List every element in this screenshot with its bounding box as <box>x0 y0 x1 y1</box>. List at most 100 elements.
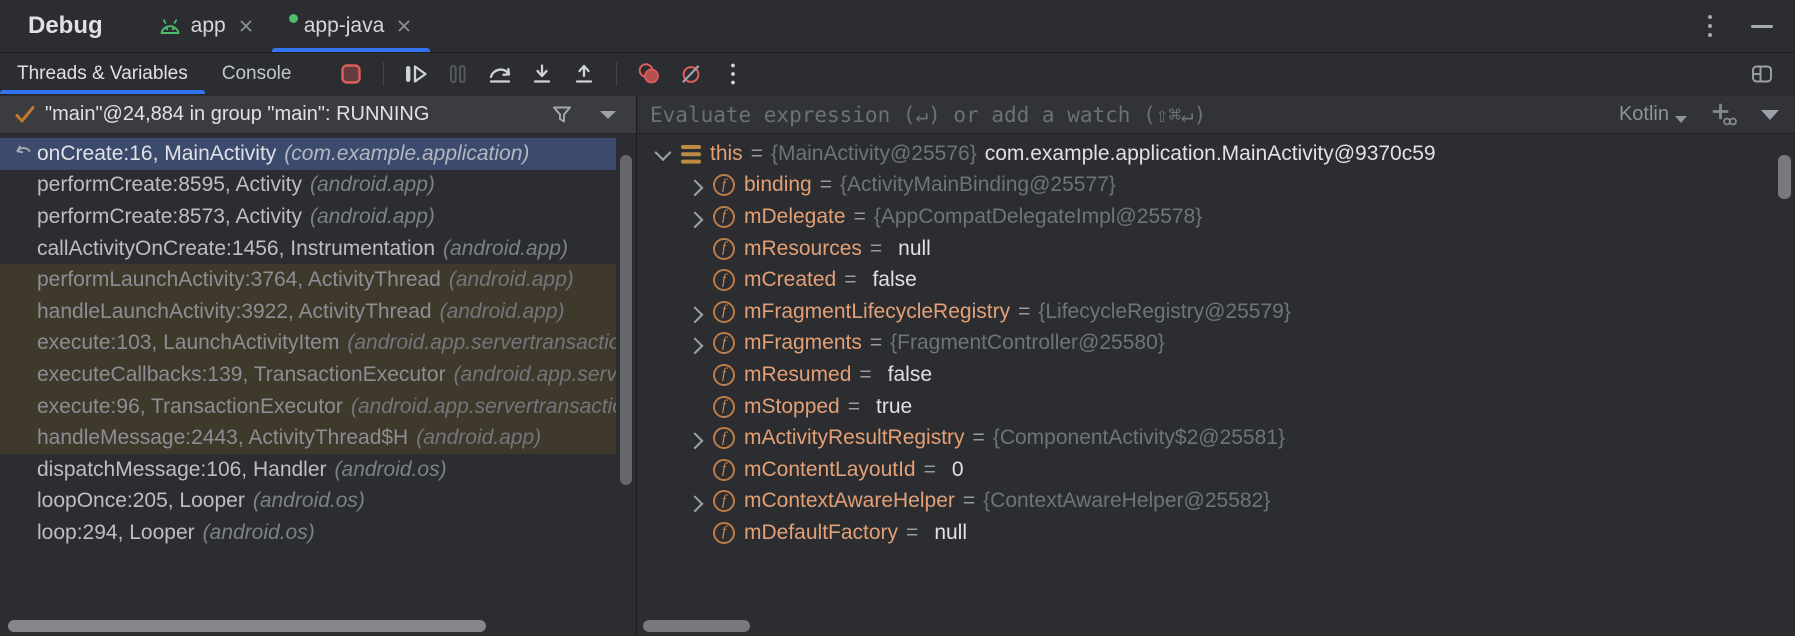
stack-frame-row[interactable]: handleLaunchActivity:3922, ActivityThrea… <box>0 296 616 328</box>
step-out-button[interactable] <box>567 57 601 91</box>
variable-row[interactable]: f mContextAwareHelper = {ContextAwareHel… <box>638 486 1795 518</box>
vertical-scrollbar[interactable] <box>620 155 632 485</box>
more-debug-actions-icon[interactable] <box>716 57 750 91</box>
more-options-icon[interactable] <box>1693 9 1727 43</box>
frame-package: (android.app) <box>443 237 568 261</box>
chevron-icon[interactable] <box>682 488 708 514</box>
collapse-watches-icon[interactable] <box>1761 110 1779 120</box>
variable-row[interactable]: f mContentLayoutId = 0 <box>638 454 1795 486</box>
field-icon: f <box>713 174 735 196</box>
view-breakpoints-icon[interactable] <box>632 57 666 91</box>
variable-row[interactable]: f mResumed = false <box>638 359 1795 391</box>
debugger-toolbar: Threads & Variables Console <box>0 53 1795 95</box>
stack-frame-row[interactable]: callActivityOnCreate:1456, Instrumentati… <box>0 233 616 265</box>
variables-panel: Evaluate expression (↵) or add a watch (… <box>638 96 1795 636</box>
chevron-icon[interactable] <box>650 141 676 167</box>
chevron-icon <box>682 362 708 388</box>
stack-frame-row[interactable]: loopOnce:205, Looper (android.os) <box>0 486 616 518</box>
field-icon: f <box>713 459 735 481</box>
threads-panel: "main"@24,884 in group "main": RUNNING o… <box>0 96 637 636</box>
thread-running-check-icon <box>13 103 37 127</box>
field-icon: f <box>713 206 735 228</box>
step-into-button[interactable] <box>525 57 559 91</box>
equals-sign: = <box>870 237 882 261</box>
field-icon: f <box>713 301 735 323</box>
variable-row[interactable]: f mDelegate = {AppCompatDelegateImpl@255… <box>638 201 1795 233</box>
stack-frame-row[interactable]: execute:96, TransactionExecutor (android… <box>0 391 616 423</box>
variable-row[interactable]: f mResources = null <box>638 233 1795 265</box>
add-watch-icon[interactable] <box>1707 98 1741 132</box>
pause-program-button[interactable] <box>441 57 475 91</box>
variable-row[interactable]: f mStopped = true <box>638 391 1795 423</box>
horizontal-scrollbar[interactable] <box>643 620 750 632</box>
frame-location: executeCallbacks:139, TransactionExecuto… <box>37 363 446 387</box>
chevron-icon[interactable] <box>682 299 708 325</box>
chevron-icon[interactable] <box>682 204 708 230</box>
session-tab-app[interactable]: app <box>141 0 272 52</box>
variable-row[interactable]: f mActivityResultRegistry = {ComponentAc… <box>638 422 1795 454</box>
frame-package: (android.os) <box>253 489 365 513</box>
stack-frame-row[interactable]: onCreate:16, MainActivity (com.example.a… <box>0 138 616 170</box>
chevron-icon[interactable] <box>682 425 708 451</box>
frame-package: (com.example.application) <box>284 142 529 166</box>
stack-frame-row[interactable]: performLaunchActivity:3764, ActivityThre… <box>0 264 616 296</box>
evaluate-expression-input[interactable]: Evaluate expression (↵) or add a watch (… <box>650 103 1206 127</box>
equals-sign: = <box>924 458 936 482</box>
variables-tree: this = {MainActivity@25576} com.example.… <box>638 134 1795 549</box>
close-icon[interactable] <box>395 17 413 35</box>
stack-frame-row[interactable]: dispatchMessage:106, Handler (android.os… <box>0 454 616 486</box>
variable-row[interactable]: this = {MainActivity@25576} com.example.… <box>638 138 1795 170</box>
frame-package: (android.app.servertransaction) <box>351 395 616 419</box>
variable-reference: {AppCompatDelegateImpl@25578} <box>874 205 1202 229</box>
frame-package: (android.app.servertransaction) <box>347 331 616 355</box>
minimize-icon[interactable] <box>1751 25 1773 28</box>
variable-row[interactable]: f mDefaultFactory = null <box>638 517 1795 549</box>
variable-row[interactable]: f mFragmentLifecycleRegistry = {Lifecycl… <box>638 296 1795 328</box>
variable-name: mDelegate <box>744 205 846 229</box>
frame-location: execute:103, LaunchActivityItem <box>37 331 339 355</box>
session-tab-app-java[interactable]: app-java <box>272 0 431 52</box>
variable-name: binding <box>744 173 812 197</box>
stack-frame-row[interactable]: performCreate:8573, Activity (android.ap… <box>0 201 616 233</box>
mute-breakpoints-icon[interactable] <box>674 57 708 91</box>
frame-package: (android.app) <box>449 268 574 292</box>
view-tabs: Threads & Variables Console <box>0 53 308 94</box>
chevron-icon <box>682 267 708 293</box>
filter-frames-icon[interactable] <box>550 103 574 127</box>
vertical-scrollbar[interactable] <box>1778 155 1791 199</box>
variable-reference: {MainActivity@25576} <box>771 142 977 166</box>
language-chooser[interactable]: Kotlin <box>1619 103 1687 126</box>
close-icon[interactable] <box>237 17 255 35</box>
stack-frames-list: onCreate:16, MainActivity (com.example.a… <box>0 134 636 549</box>
variable-value: com.example.application.MainActivity@937… <box>985 142 1436 166</box>
frame-location: handleMessage:2443, ActivityThread$H <box>37 426 408 450</box>
stop-button[interactable] <box>334 57 368 91</box>
view-tab-threads-variables[interactable]: Threads & Variables <box>0 53 205 94</box>
thread-selector[interactable]: "main"@24,884 in group "main": RUNNING <box>0 96 636 134</box>
variable-row[interactable]: f binding = {ActivityMainBinding@25577} <box>638 170 1795 202</box>
stack-frame-row[interactable]: handleMessage:2443, ActivityThread$H (an… <box>0 422 616 454</box>
stack-frame-row[interactable]: loop:294, Looper (android.os) <box>0 517 616 549</box>
thread-dropdown-caret-icon[interactable] <box>600 111 616 119</box>
layout-settings-icon[interactable] <box>1745 57 1779 91</box>
stack-frame-row[interactable]: performCreate:8595, Activity (android.ap… <box>0 170 616 202</box>
field-icon: f <box>713 332 735 354</box>
resume-program-button[interactable] <box>399 57 433 91</box>
stack-frame-row[interactable]: executeCallbacks:139, TransactionExecuto… <box>0 359 616 391</box>
chevron-icon <box>682 394 708 420</box>
chevron-icon[interactable] <box>682 330 708 356</box>
view-tab-console[interactable]: Console <box>205 53 309 94</box>
variable-value: true <box>876 395 912 419</box>
chevron-icon[interactable] <box>682 172 708 198</box>
stack-frame-row[interactable]: execute:103, LaunchActivityItem (android… <box>0 328 616 360</box>
field-icon: f <box>713 364 735 386</box>
titlebar-actions <box>1693 0 1773 52</box>
variable-value: false <box>872 268 916 292</box>
variable-value: false <box>888 363 932 387</box>
equals-sign: = <box>751 142 763 166</box>
horizontal-scrollbar[interactable] <box>8 620 486 632</box>
variable-row[interactable]: f mCreated = false <box>638 264 1795 296</box>
variable-row[interactable]: f mFragments = {FragmentController@25580… <box>638 328 1795 360</box>
step-over-button[interactable] <box>483 57 517 91</box>
execution-point-icon <box>11 143 37 165</box>
